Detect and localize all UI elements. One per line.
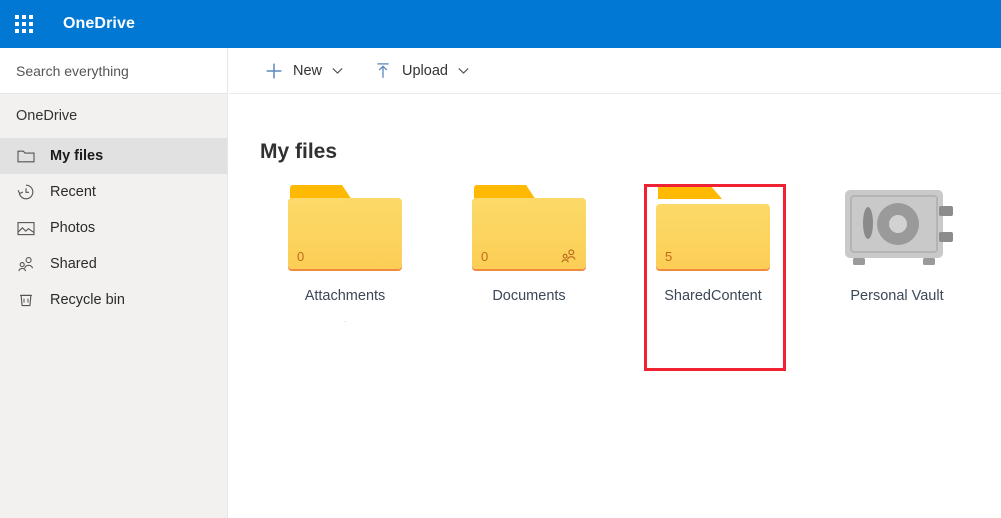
onedrive-app-window: OneDrive Search everything OneDrive My f… bbox=[0, 0, 1001, 518]
folder-item-count: 5 bbox=[665, 249, 673, 264]
page-title: My files bbox=[260, 140, 338, 163]
suite-header: OneDrive bbox=[0, 0, 1001, 48]
people-icon bbox=[560, 249, 577, 263]
people-icon bbox=[16, 254, 36, 274]
sidebar-section-title: OneDrive bbox=[16, 108, 78, 124]
sidebar-item-label: Photos bbox=[50, 220, 96, 236]
file-tile-personal-vault[interactable]: Personal Vault bbox=[805, 185, 989, 324]
folder-icon: 0 bbox=[472, 185, 586, 269]
file-tile-label: SharedContent bbox=[664, 288, 762, 304]
folder-open-icon: 5 bbox=[656, 185, 770, 269]
sidebar-item-shared[interactable]: Shared bbox=[0, 246, 227, 282]
sidebar-item-label: Recycle bin bbox=[50, 292, 125, 308]
new-button[interactable]: New bbox=[258, 51, 349, 91]
file-tile-label: Personal Vault bbox=[850, 288, 944, 304]
upload-button-label: Upload bbox=[402, 62, 448, 79]
file-tile-attachments[interactable]: 0 Attachments · bbox=[253, 185, 437, 324]
file-tile-sublabel: · bbox=[343, 315, 347, 324]
folder-item-count: 0 bbox=[481, 249, 489, 264]
sidebar: Search everything OneDrive My files Rece… bbox=[0, 48, 228, 518]
photo-icon bbox=[16, 218, 36, 238]
sidebar-item-label: My files bbox=[50, 148, 104, 164]
upload-button[interactable]: Upload bbox=[367, 51, 475, 91]
safe-vault-icon bbox=[840, 185, 954, 269]
recycle-bin-icon bbox=[16, 290, 36, 310]
upload-arrow-icon bbox=[373, 61, 393, 81]
brand-title[interactable]: OneDrive bbox=[63, 15, 135, 33]
sidebar-item-label: Shared bbox=[50, 256, 97, 272]
sidebar-item-my-files[interactable]: My files bbox=[0, 138, 227, 174]
search-input[interactable]: Search everything bbox=[0, 48, 227, 94]
waffle-grid-icon bbox=[15, 15, 33, 33]
search-placeholder-text: Search everything bbox=[16, 62, 129, 79]
folder-icon bbox=[16, 146, 36, 166]
folder-icon: 0 bbox=[288, 185, 402, 269]
plus-icon bbox=[264, 61, 284, 81]
file-tile-label: Documents bbox=[492, 288, 566, 304]
app-launcher-button[interactable] bbox=[0, 0, 48, 48]
sidebar-item-recent[interactable]: Recent bbox=[0, 174, 227, 210]
folder-item-count: 0 bbox=[297, 249, 305, 264]
chevron-down-icon[interactable] bbox=[458, 67, 469, 75]
file-tile-documents[interactable]: 0 Documents bbox=[437, 185, 621, 324]
sidebar-item-photos[interactable]: Photos bbox=[0, 210, 227, 246]
sidebar-item-label: Recent bbox=[50, 184, 96, 200]
history-icon bbox=[16, 182, 36, 202]
main-content: My files 0 Attachments · 0 Documents 5 S… bbox=[229, 95, 1001, 518]
chevron-down-icon[interactable] bbox=[332, 67, 343, 75]
sidebar-item-recycle-bin[interactable]: Recycle bin bbox=[0, 282, 227, 318]
file-tile-sharedcontent[interactable]: 5 SharedContent bbox=[621, 185, 805, 324]
file-tile-label: Attachments bbox=[304, 288, 386, 304]
new-button-label: New bbox=[293, 62, 323, 79]
command-bar: New Upload bbox=[229, 48, 1001, 94]
